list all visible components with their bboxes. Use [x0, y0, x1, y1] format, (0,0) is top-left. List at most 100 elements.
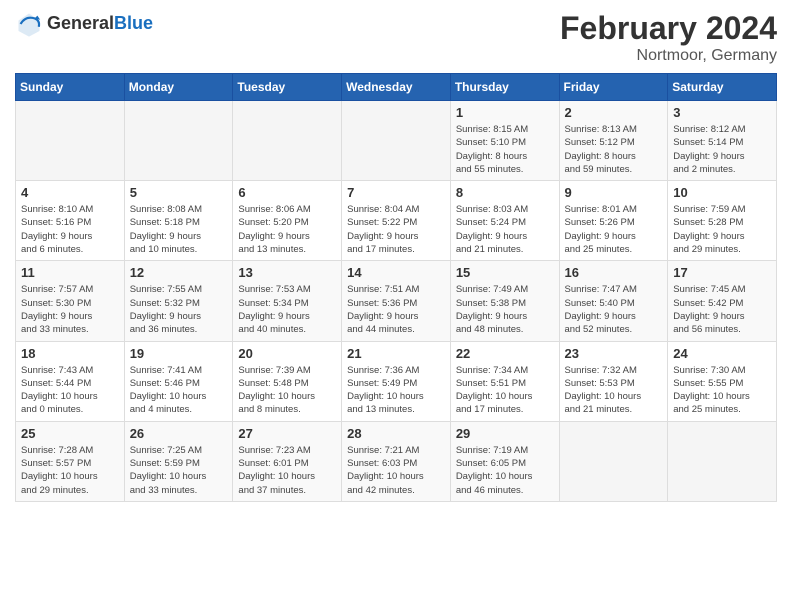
calendar-cell: 4 Sunrise: 8:10 AM Sunset: 5:16 PM Daylig…: [16, 181, 125, 261]
day-number: 13: [238, 265, 336, 280]
day-info: Sunrise: 7:43 AM Sunset: 5:44 PM Dayligh…: [21, 364, 119, 417]
day-number: 12: [130, 265, 228, 280]
day-number: 4: [21, 185, 119, 200]
day-info: Sunrise: 7:36 AM Sunset: 5:49 PM Dayligh…: [347, 364, 445, 417]
day-info: Sunrise: 8:06 AM Sunset: 5:20 PM Dayligh…: [238, 203, 336, 256]
calendar-cell: 17 Sunrise: 7:45 AM Sunset: 5:42 PM Dayli…: [668, 261, 777, 341]
day-info: Sunrise: 7:28 AM Sunset: 5:57 PM Dayligh…: [21, 444, 119, 497]
day-number: 10: [673, 185, 771, 200]
day-info: Sunrise: 7:51 AM Sunset: 5:36 PM Dayligh…: [347, 283, 445, 336]
calendar-cell: 20Sunrise: 7:39 AM Sunset: 5:48 PM Dayli…: [233, 341, 342, 421]
day-number: 20: [238, 346, 336, 361]
calendar-cell: 27Sunrise: 7:23 AM Sunset: 6:01 PM Dayli…: [233, 421, 342, 501]
weekday-header-friday: Friday: [559, 74, 668, 101]
day-number: 14: [347, 265, 445, 280]
day-info: Sunrise: 7:41 AM Sunset: 5:46 PM Dayligh…: [130, 364, 228, 417]
day-number: 26: [130, 426, 228, 441]
day-number: 6: [238, 185, 336, 200]
calendar-cell: 19 Sunrise: 7:41 AM Sunset: 5:46 PM Dayli…: [124, 341, 233, 421]
logo-blue: Blue: [114, 13, 153, 33]
calendar-week-row: 25 Sunrise: 7:28 AM Sunset: 5:57 PM Dayli…: [16, 421, 777, 501]
day-info: Sunrise: 7:34 AM Sunset: 5:51 PM Dayligh…: [456, 364, 554, 417]
day-number: 23: [565, 346, 663, 361]
day-number: 29: [456, 426, 554, 441]
day-number: 19: [130, 346, 228, 361]
title-area: February 2024 Nortmoor, Germany: [560, 10, 777, 65]
day-info: Sunrise: 8:08 AM Sunset: 5:18 PM Dayligh…: [130, 203, 228, 256]
day-number: 18: [21, 346, 119, 361]
calendar-cell: [16, 101, 125, 181]
calendar-cell: [124, 101, 233, 181]
calendar-week-row: 18 Sunrise: 7:43 AM Sunset: 5:44 PM Dayli…: [16, 341, 777, 421]
calendar-cell: 10 Sunrise: 7:59 AM Sunset: 5:28 PM Dayli…: [668, 181, 777, 261]
calendar-cell: 16 Sunrise: 7:47 AM Sunset: 5:40 PM Dayli…: [559, 261, 668, 341]
day-info: Sunrise: 7:30 AM Sunset: 5:55 PM Dayligh…: [673, 364, 771, 417]
logo-general: General: [47, 13, 114, 33]
day-info: Sunrise: 8:15 AM Sunset: 5:10 PM Dayligh…: [456, 123, 554, 176]
calendar-cell: 5Sunrise: 8:08 AM Sunset: 5:18 PM Daylig…: [124, 181, 233, 261]
day-number: 25: [21, 426, 119, 441]
day-info: Sunrise: 7:25 AM Sunset: 5:59 PM Dayligh…: [130, 444, 228, 497]
weekday-header-saturday: Saturday: [668, 74, 777, 101]
day-number: 21: [347, 346, 445, 361]
day-number: 1: [456, 105, 554, 120]
calendar-cell: 9 Sunrise: 8:01 AM Sunset: 5:26 PM Daylig…: [559, 181, 668, 261]
day-info: Sunrise: 8:10 AM Sunset: 5:16 PM Dayligh…: [21, 203, 119, 256]
calendar-cell: [233, 101, 342, 181]
day-info: Sunrise: 7:45 AM Sunset: 5:42 PM Dayligh…: [673, 283, 771, 336]
day-number: 16: [565, 265, 663, 280]
calendar-cell: [559, 421, 668, 501]
calendar-cell: 18 Sunrise: 7:43 AM Sunset: 5:44 PM Dayli…: [16, 341, 125, 421]
day-number: 28: [347, 426, 445, 441]
weekday-header-wednesday: Wednesday: [342, 74, 451, 101]
calendar-cell: 7Sunrise: 8:04 AM Sunset: 5:22 PM Daylig…: [342, 181, 451, 261]
calendar-cell: 22 Sunrise: 7:34 AM Sunset: 5:51 PM Dayli…: [450, 341, 559, 421]
weekday-header-monday: Monday: [124, 74, 233, 101]
day-number: 8: [456, 185, 554, 200]
day-number: 15: [456, 265, 554, 280]
month-title: February 2024: [560, 10, 777, 47]
weekday-header-tuesday: Tuesday: [233, 74, 342, 101]
calendar-cell: 1 Sunrise: 8:15 AM Sunset: 5:10 PM Daylig…: [450, 101, 559, 181]
calendar-cell: 28 Sunrise: 7:21 AM Sunset: 6:03 PM Dayli…: [342, 421, 451, 501]
day-number: 24: [673, 346, 771, 361]
calendar-cell: 21 Sunrise: 7:36 AM Sunset: 5:49 PM Dayli…: [342, 341, 451, 421]
day-info: Sunrise: 7:19 AM Sunset: 6:05 PM Dayligh…: [456, 444, 554, 497]
calendar-cell: 14 Sunrise: 7:51 AM Sunset: 5:36 PM Dayli…: [342, 261, 451, 341]
day-info: Sunrise: 7:49 AM Sunset: 5:38 PM Dayligh…: [456, 283, 554, 336]
day-info: Sunrise: 7:53 AM Sunset: 5:34 PM Dayligh…: [238, 283, 336, 336]
calendar-cell: 6 Sunrise: 8:06 AM Sunset: 5:20 PM Daylig…: [233, 181, 342, 261]
calendar-cell: 24 Sunrise: 7:30 AM Sunset: 5:55 PM Dayli…: [668, 341, 777, 421]
logo-icon: [15, 10, 43, 38]
day-info: Sunrise: 7:23 AM Sunset: 6:01 PM Dayligh…: [238, 444, 336, 497]
weekday-header-row: SundayMondayTuesdayWednesdayThursdayFrid…: [16, 74, 777, 101]
calendar-week-row: 4 Sunrise: 8:10 AM Sunset: 5:16 PM Daylig…: [16, 181, 777, 261]
calendar-week-row: 1 Sunrise: 8:15 AM Sunset: 5:10 PM Daylig…: [16, 101, 777, 181]
day-number: 22: [456, 346, 554, 361]
calendar-cell: 25 Sunrise: 7:28 AM Sunset: 5:57 PM Dayli…: [16, 421, 125, 501]
day-info: Sunrise: 7:32 AM Sunset: 5:53 PM Dayligh…: [565, 364, 663, 417]
header: GeneralBlue February 2024 Nortmoor, Germ…: [15, 10, 777, 65]
day-info: Sunrise: 7:57 AM Sunset: 5:30 PM Dayligh…: [21, 283, 119, 336]
day-info: Sunrise: 7:47 AM Sunset: 5:40 PM Dayligh…: [565, 283, 663, 336]
calendar-cell: 11Sunrise: 7:57 AM Sunset: 5:30 PM Dayli…: [16, 261, 125, 341]
day-info: Sunrise: 7:21 AM Sunset: 6:03 PM Dayligh…: [347, 444, 445, 497]
day-info: Sunrise: 7:59 AM Sunset: 5:28 PM Dayligh…: [673, 203, 771, 256]
calendar-cell: [342, 101, 451, 181]
day-info: Sunrise: 8:01 AM Sunset: 5:26 PM Dayligh…: [565, 203, 663, 256]
day-number: 17: [673, 265, 771, 280]
calendar-cell: 26 Sunrise: 7:25 AM Sunset: 5:59 PM Dayli…: [124, 421, 233, 501]
calendar-cell: 12Sunrise: 7:55 AM Sunset: 5:32 PM Dayli…: [124, 261, 233, 341]
day-number: 9: [565, 185, 663, 200]
calendar-cell: 8Sunrise: 8:03 AM Sunset: 5:24 PM Daylig…: [450, 181, 559, 261]
day-info: Sunrise: 8:04 AM Sunset: 5:22 PM Dayligh…: [347, 203, 445, 256]
day-number: 3: [673, 105, 771, 120]
calendar-cell: 13 Sunrise: 7:53 AM Sunset: 5:34 PM Dayli…: [233, 261, 342, 341]
calendar-cell: 3Sunrise: 8:12 AM Sunset: 5:14 PM Daylig…: [668, 101, 777, 181]
day-info: Sunrise: 8:13 AM Sunset: 5:12 PM Dayligh…: [565, 123, 663, 176]
calendar-week-row: 11Sunrise: 7:57 AM Sunset: 5:30 PM Dayli…: [16, 261, 777, 341]
location-title: Nortmoor, Germany: [560, 47, 777, 65]
calendar-table: SundayMondayTuesdayWednesdayThursdayFrid…: [15, 73, 777, 502]
calendar-cell: 15 Sunrise: 7:49 AM Sunset: 5:38 PM Dayli…: [450, 261, 559, 341]
calendar-cell: 29 Sunrise: 7:19 AM Sunset: 6:05 PM Dayli…: [450, 421, 559, 501]
